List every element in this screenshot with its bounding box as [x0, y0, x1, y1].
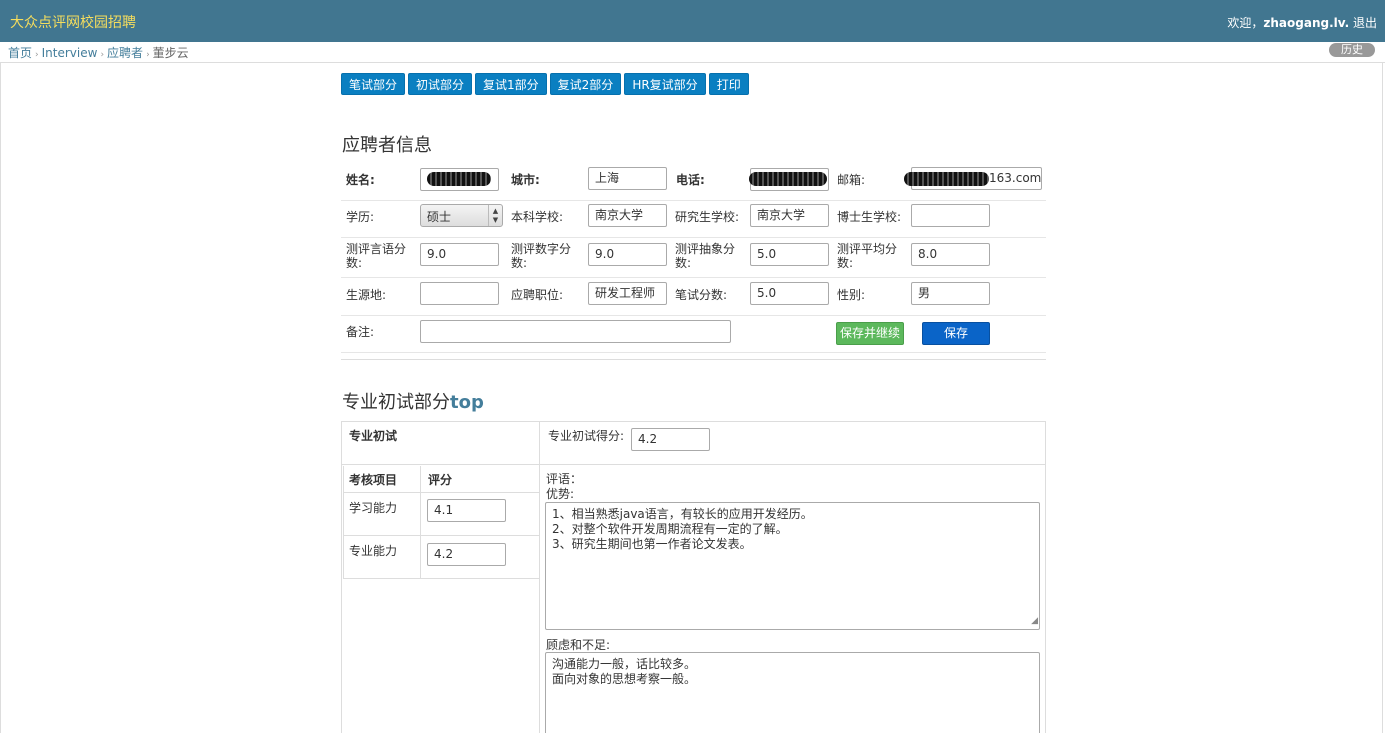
- tab-print[interactable]: 打印: [708, 73, 749, 95]
- item-score-field[interactable]: 4.2: [427, 543, 506, 566]
- undergrad-field[interactable]: 南京大学: [588, 204, 667, 227]
- redacted-mark: [749, 172, 827, 186]
- breadcrumb-separator: ›: [35, 50, 39, 60]
- column-header-score: 评分: [428, 473, 453, 487]
- select-arrows-icon: ▲ ▼: [488, 205, 502, 226]
- num-score-field[interactable]: 9.0: [588, 243, 667, 266]
- row-divider: [341, 464, 1046, 465]
- breadcrumb-current: 董步云: [152, 46, 189, 60]
- name-field[interactable]: [420, 168, 499, 191]
- column-header-item: 考核项目: [349, 473, 398, 487]
- tab-first-interview[interactable]: 初试部分: [408, 73, 473, 95]
- left-border: [0, 63, 1, 733]
- table-header-divider: [343, 492, 539, 493]
- num-score-label: 测评数字分数:: [511, 242, 572, 270]
- concerns-line: 沟通能力一般，话比较多。: [552, 657, 697, 671]
- save-button[interactable]: 保存: [922, 322, 990, 345]
- strengths-line: 1、相当熟悉java语言，有较长的应用开发经历。: [552, 507, 813, 521]
- tab-written[interactable]: 笔试部分: [341, 73, 406, 95]
- resize-handle-icon[interactable]: ◢: [1031, 614, 1038, 629]
- breadcrumb-separator: ›: [146, 50, 150, 60]
- top-header: 大众点评网校园招聘 欢迎，zhaogang.lv. 退出: [0, 0, 1385, 42]
- professional-section-label: 专业初试: [349, 429, 398, 443]
- gender-label: 性别:: [837, 288, 866, 302]
- city-field[interactable]: 上海: [588, 167, 667, 190]
- email-field[interactable]: 163.com: [904, 167, 1042, 190]
- education-label: 学历:: [346, 210, 375, 224]
- phd-field[interactable]: [911, 204, 990, 227]
- breadcrumb-home[interactable]: 首页: [8, 46, 32, 60]
- professional-title-text: 专业初试部分: [342, 392, 450, 413]
- undergrad-label: 本科学校:: [511, 210, 564, 224]
- written-score-field[interactable]: 5.0: [750, 282, 829, 305]
- lang-score-field[interactable]: 9.0: [420, 243, 499, 266]
- table-row-divider: [343, 578, 539, 579]
- professional-score-label: 专业初试得分:: [548, 429, 625, 443]
- table-row-divider: [343, 535, 539, 536]
- table-column-divider: [420, 466, 421, 579]
- applicant-info-title: 应聘者信息: [342, 135, 432, 156]
- avg-score-label: 测评平均分数:: [837, 242, 898, 270]
- phd-label: 博士生学校:: [837, 210, 902, 224]
- city-label: 城市:: [511, 173, 540, 187]
- strengths-textarea[interactable]: 1、相当熟悉java语言，有较长的应用开发经历。 2、对整个软件开发周期流程有一…: [545, 502, 1040, 630]
- tab-hr-interview[interactable]: HR复试部分: [624, 73, 706, 95]
- email-suffix: 163.com: [989, 171, 1042, 185]
- save-and-continue-button[interactable]: 保存并继续: [836, 322, 904, 345]
- professional-section-title: 专业初试部分top: [342, 388, 484, 414]
- origin-field[interactable]: [420, 282, 499, 305]
- phone-label: 电话:: [676, 173, 705, 187]
- top-link[interactable]: top: [450, 392, 484, 413]
- origin-label: 生源地:: [346, 288, 387, 302]
- lang-score-label: 测评言语分数:: [346, 242, 407, 270]
- username: zhaogang.lv.: [1263, 16, 1350, 30]
- education-value: 硕士: [427, 210, 452, 224]
- tab-second-interview-2[interactable]: 复试2部分: [549, 73, 622, 95]
- email-label: 邮箱:: [837, 173, 866, 187]
- breadcrumb-separator: ›: [100, 50, 105, 60]
- user-tools: 欢迎，zhaogang.lv. 退出: [1227, 14, 1377, 31]
- professional-score-field[interactable]: 4.2: [631, 428, 710, 451]
- item-name: 专业能力: [349, 544, 398, 558]
- position-label: 应聘职位:: [511, 288, 564, 302]
- strengths-label: 优势:: [546, 487, 575, 501]
- breadcrumb: 首页 › Interview › 应聘者 › 董步云 历史: [0, 42, 1385, 63]
- column-divider: [539, 421, 540, 733]
- history-button[interactable]: 历史: [1329, 43, 1375, 57]
- redacted-mark: [427, 172, 491, 186]
- concerns-label: 顾虑和不足:: [546, 638, 611, 652]
- note-field[interactable]: [420, 320, 731, 343]
- breadcrumb-applicants[interactable]: 应聘者: [107, 46, 143, 60]
- right-border: [1382, 63, 1383, 733]
- position-field[interactable]: 研发工程师: [588, 282, 667, 305]
- site-title[interactable]: 大众点评网校园招聘: [10, 12, 136, 32]
- welcome-text: 欢迎，: [1227, 16, 1264, 30]
- item-name: 学习能力: [349, 501, 398, 515]
- note-label: 备注:: [346, 325, 375, 339]
- breadcrumb-interview[interactable]: Interview: [42, 46, 98, 60]
- concerns-line: 面向对象的思想考察一般。: [552, 672, 697, 686]
- tab-second-interview-1[interactable]: 复试1部分: [475, 73, 547, 95]
- gender-field[interactable]: 男: [911, 282, 990, 305]
- grad-label: 研究生学校:: [675, 210, 740, 224]
- grad-field[interactable]: 南京大学: [750, 204, 829, 227]
- abstract-score-label: 测评抽象分数:: [675, 242, 736, 270]
- logout-link[interactable]: 退出: [1353, 16, 1377, 30]
- strengths-line: 2、对整个软件开发周期流程有一定的了解。: [552, 522, 788, 536]
- comment-label: 评语：: [546, 472, 583, 486]
- strengths-line: 3、研究生期间也第一作者论文发表。: [552, 537, 752, 551]
- section-tabs: 笔试部分 初试部分 复试1部分 复试2部分 HR复试部分 打印: [341, 73, 749, 95]
- table-border: [343, 466, 344, 579]
- redacted-mark: [904, 172, 989, 186]
- written-score-label: 笔试分数:: [675, 288, 728, 302]
- section-divider: [341, 359, 1046, 360]
- abstract-score-field[interactable]: 5.0: [750, 243, 829, 266]
- avg-score-field[interactable]: 8.0: [911, 243, 990, 266]
- phone-field[interactable]: [749, 168, 829, 191]
- education-select[interactable]: 硕士 ▲ ▼: [420, 204, 503, 227]
- concerns-textarea[interactable]: 沟通能力一般，话比较多。 面向对象的思想考察一般。: [545, 652, 1040, 733]
- name-label: 姓名:: [346, 173, 375, 187]
- item-score-field[interactable]: 4.1: [427, 499, 506, 522]
